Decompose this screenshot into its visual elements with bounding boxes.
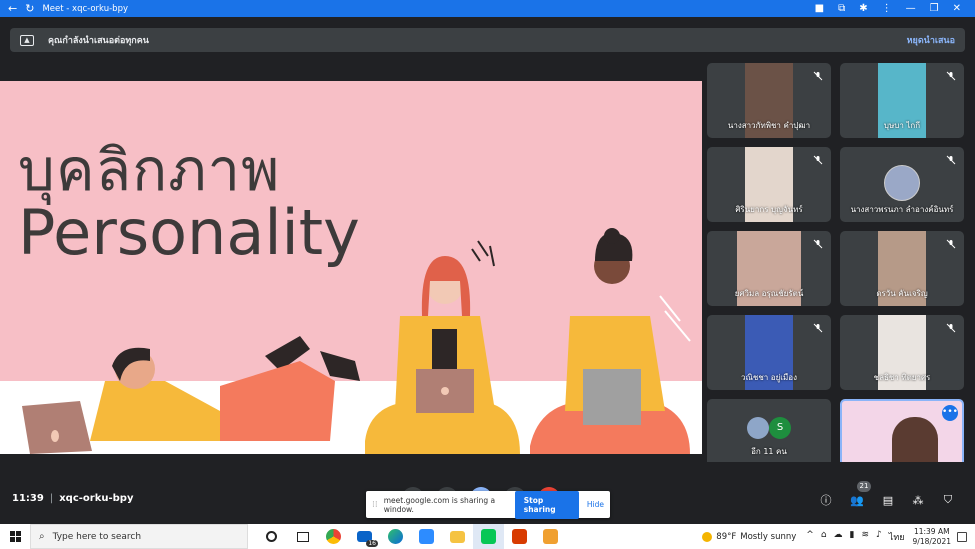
mic-off-icon <box>946 71 956 81</box>
maximize-icon[interactable]: ❐ <box>930 3 939 14</box>
sharing-message: meet.google.com is sharing a window. <box>383 495 496 514</box>
participant-tile[interactable]: ยศวิมล อรุณชัยรัตน์ <box>707 231 831 306</box>
meeting-code: xqc-orku-bpy <box>59 493 134 504</box>
shared-slide: บุคลิกภาพ Personality <box>0 81 702 454</box>
close-icon[interactable]: ✕ <box>953 3 961 14</box>
mic-off-icon <box>813 239 823 249</box>
participant-avatar <box>747 417 769 439</box>
participant-name: ชลธิชา ทิตยาศร <box>873 373 931 382</box>
participant-name: บุษบา ไกกี <box>883 121 921 130</box>
zoom-icon[interactable] <box>411 524 442 549</box>
app-icon[interactable] <box>535 524 566 549</box>
taskbar-search-box[interactable]: ⌕ Type here to search <box>30 524 248 549</box>
network-icon[interactable]: ⌂ <box>821 530 827 544</box>
mail-badge: 16 <box>366 540 378 547</box>
meeting-info: 11:39 | xqc-orku-bpy <box>12 493 134 504</box>
self-view-options-icon[interactable]: ••• <box>942 405 958 421</box>
notifications-icon[interactable] <box>957 531 967 542</box>
presenting-banner: ▲ คุณกำลังนำเสนอต่อทุกคน หยุดนำเสนอ <box>10 28 965 52</box>
clock-date: 9/18/2021 <box>912 536 951 546</box>
participant-tile[interactable]: ดรวัน คันเจริญ <box>840 231 964 306</box>
window-title: Meet - xqc-orku-bpy <box>42 3 128 14</box>
translate-icon[interactable]: ⧉ <box>838 3 845 14</box>
search-icon: ⌕ <box>39 531 45 542</box>
participant-tile[interactable]: ศิรินยากร บุญจันทร์ <box>707 147 831 222</box>
windows-logo-icon <box>9 531 21 542</box>
office-icon[interactable] <box>504 524 535 549</box>
participant-tile[interactable]: ชลธิชา ทิตยาศร <box>840 315 964 390</box>
language-indicator[interactable]: ไทย <box>889 530 905 544</box>
weather-temp: 89°F <box>716 531 737 542</box>
participant-name: นางสาวพรนภา ลำอางค์อินทร์ <box>850 205 954 214</box>
people-icon[interactable]: 👥 <box>849 492 865 508</box>
edge-icon[interactable] <box>380 524 411 549</box>
participant-name: ยศวิมล อรุณชัยรัตน์ <box>734 289 804 298</box>
search-placeholder: Type here to search <box>52 531 142 542</box>
meeting-time: 11:39 <box>12 493 44 504</box>
lying-woman-figure <box>22 336 360 454</box>
taskbar-clock[interactable]: 11:39 AM 9/18/2021 <box>913 527 951 547</box>
line-icon[interactable] <box>473 524 504 549</box>
stop-presenting-button[interactable]: หยุดนำเสนอ <box>907 33 955 47</box>
mic-off-icon <box>813 71 823 81</box>
camera-indicator-icon[interactable]: ■ <box>815 3 824 14</box>
minimize-icon[interactable]: — <box>906 3 916 14</box>
start-button[interactable] <box>0 531 30 542</box>
clock-time: 11:39 AM <box>913 526 950 536</box>
cloud-icon[interactable]: ☁ <box>834 530 843 544</box>
menu-dots-icon[interactable]: ⋮ <box>882 3 892 14</box>
participant-tile[interactable]: บุษบา ไกกี <box>840 63 964 138</box>
battery-icon[interactable]: ▮ <box>850 530 855 544</box>
meeting-control-bar: 11:39 | xqc-orku-bpy ⁞⁞ meet.google.com is… <box>0 462 975 524</box>
participant-avatar-letter: S <box>769 417 791 439</box>
weather-desc: Mostly sunny <box>740 531 797 542</box>
drag-handle-icon[interactable]: ⁞⁞ <box>372 500 378 510</box>
mail-icon[interactable]: 16 <box>349 524 380 549</box>
presenting-text: คุณกำลังนำเสนอต่อทุกคน <box>48 36 149 46</box>
participant-tile[interactable]: นางสาวพรนภา ลำอางค์อินทร์ <box>840 147 964 222</box>
stop-sharing-button[interactable]: Stop sharing <box>514 490 579 519</box>
hide-button[interactable]: Hide <box>587 500 604 509</box>
show-hidden-icons-icon[interactable]: ^ <box>806 530 814 544</box>
system-tray: 89°F Mostly sunny ^ ⌂ ☁ ▮ ≋ ♪ ไทย 11:39 … <box>702 524 975 549</box>
volume-icon[interactable]: ♪ <box>876 530 882 544</box>
task-view-icon[interactable] <box>287 524 318 549</box>
mic-off-icon <box>946 323 956 333</box>
participant-name: นางสาวกัทพิชา คำปุฒา <box>727 121 811 130</box>
chat-icon[interactable]: ▤ <box>880 492 896 508</box>
sharing-notification: ⁞⁞ meet.google.com is sharing a window. … <box>366 490 610 519</box>
sun-icon <box>702 531 713 542</box>
meeting-details-icon[interactable]: ⓘ <box>818 492 834 508</box>
cortana-icon[interactable] <box>256 524 287 549</box>
mic-off-icon <box>946 155 956 165</box>
weather-widget[interactable]: 89°F Mostly sunny <box>702 531 797 542</box>
participant-tile[interactable]: วณิชชา อยู่เมือง <box>707 315 831 390</box>
more-participants-label: อีก 11 คน <box>751 447 787 456</box>
slide-illustration <box>22 228 691 454</box>
browser-titlebar: ← ↻ Meet - xqc-orku-bpy ■ ⧉ ✱ ⋮ — ❐ ✕ <box>0 0 975 17</box>
people-count-badge: 21 <box>857 481 871 492</box>
sitting-woman-right-figure <box>530 228 691 454</box>
chrome-icon[interactable] <box>318 524 349 549</box>
extensions-icon[interactable]: ✱ <box>859 3 867 14</box>
sitting-woman-center-figure <box>365 240 520 454</box>
mic-off-icon <box>946 239 956 249</box>
present-screen-icon: ▲ <box>20 34 34 46</box>
participant-name: ดรวัน คันเจริญ <box>876 289 928 298</box>
back-arrow-icon[interactable]: ← <box>8 3 17 14</box>
wifi-icon[interactable]: ≋ <box>862 530 870 544</box>
participant-name: วณิชชา อยู่เมือง <box>740 373 798 382</box>
participant-avatar <box>884 165 920 201</box>
mic-off-icon <box>813 323 823 333</box>
windows-taskbar: ⌕ Type here to search 16 89°F Mostly sun… <box>0 524 975 549</box>
participant-name: ศิรินยากร บุญจันทร์ <box>735 205 803 214</box>
participant-tile[interactable]: นางสาวกัทพิชา คำปุฒา <box>707 63 831 138</box>
reload-icon[interactable]: ↻ <box>25 3 34 14</box>
mic-off-icon <box>813 155 823 165</box>
activities-icon[interactable]: ⁂ <box>910 492 926 508</box>
file-explorer-icon[interactable] <box>442 524 473 549</box>
host-controls-icon[interactable]: ⛉ <box>940 492 956 508</box>
